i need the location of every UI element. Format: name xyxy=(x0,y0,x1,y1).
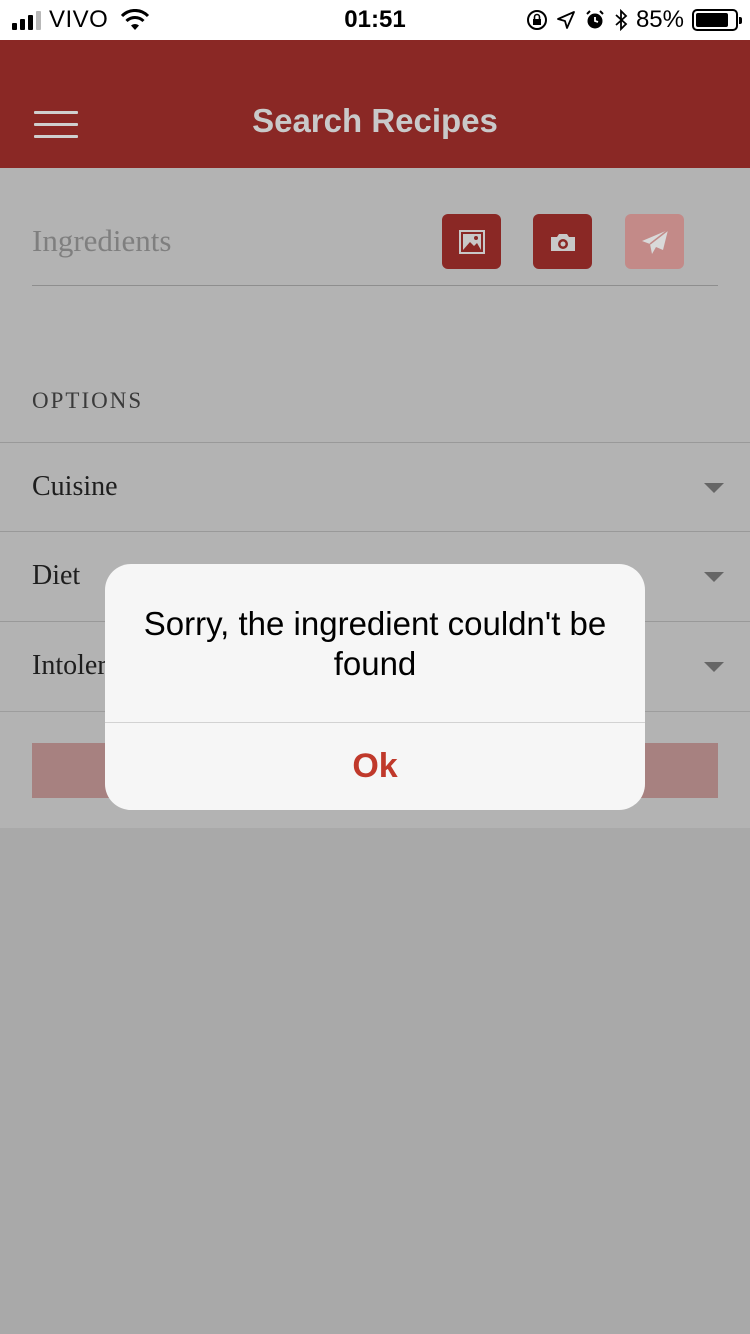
ok-button[interactable]: Ok xyxy=(105,723,645,810)
chevron-down-icon xyxy=(704,662,724,672)
ingredients-input[interactable]: Ingredients xyxy=(32,223,171,259)
dropdown-label: Intoler xyxy=(32,650,107,681)
chevron-down-icon xyxy=(704,483,724,493)
dropdown-label: Cuisine xyxy=(32,471,118,502)
options-heading: OPTIONS xyxy=(32,388,144,413)
app-header: Search Recipes xyxy=(0,40,750,168)
alarm-icon xyxy=(586,10,604,29)
alert-dialog: Sorry, the ingredient couldn't be found … xyxy=(105,564,645,810)
cuisine-dropdown[interactable]: Cuisine xyxy=(0,442,750,532)
input-underline xyxy=(32,285,718,286)
dropdown-label: Diet xyxy=(32,560,81,591)
gallery-button[interactable] xyxy=(442,214,501,269)
rotation-lock-icon xyxy=(526,10,547,30)
send-button[interactable] xyxy=(625,214,684,269)
battery-percent: 85% xyxy=(635,6,684,33)
image-icon xyxy=(458,229,485,254)
status-bar: VIVO 01:51 85% xyxy=(0,0,750,40)
camera-button[interactable] xyxy=(533,214,592,269)
alert-message: Sorry, the ingredient couldn't be found xyxy=(143,605,607,682)
camera-icon xyxy=(550,233,575,251)
bluetooth-icon xyxy=(615,9,628,31)
battery-icon xyxy=(692,9,742,31)
page-title: Search Recipes xyxy=(252,102,498,139)
location-icon xyxy=(557,11,575,29)
chevron-down-icon xyxy=(704,572,724,582)
status-right: 85% xyxy=(526,6,742,34)
send-icon xyxy=(641,228,668,254)
